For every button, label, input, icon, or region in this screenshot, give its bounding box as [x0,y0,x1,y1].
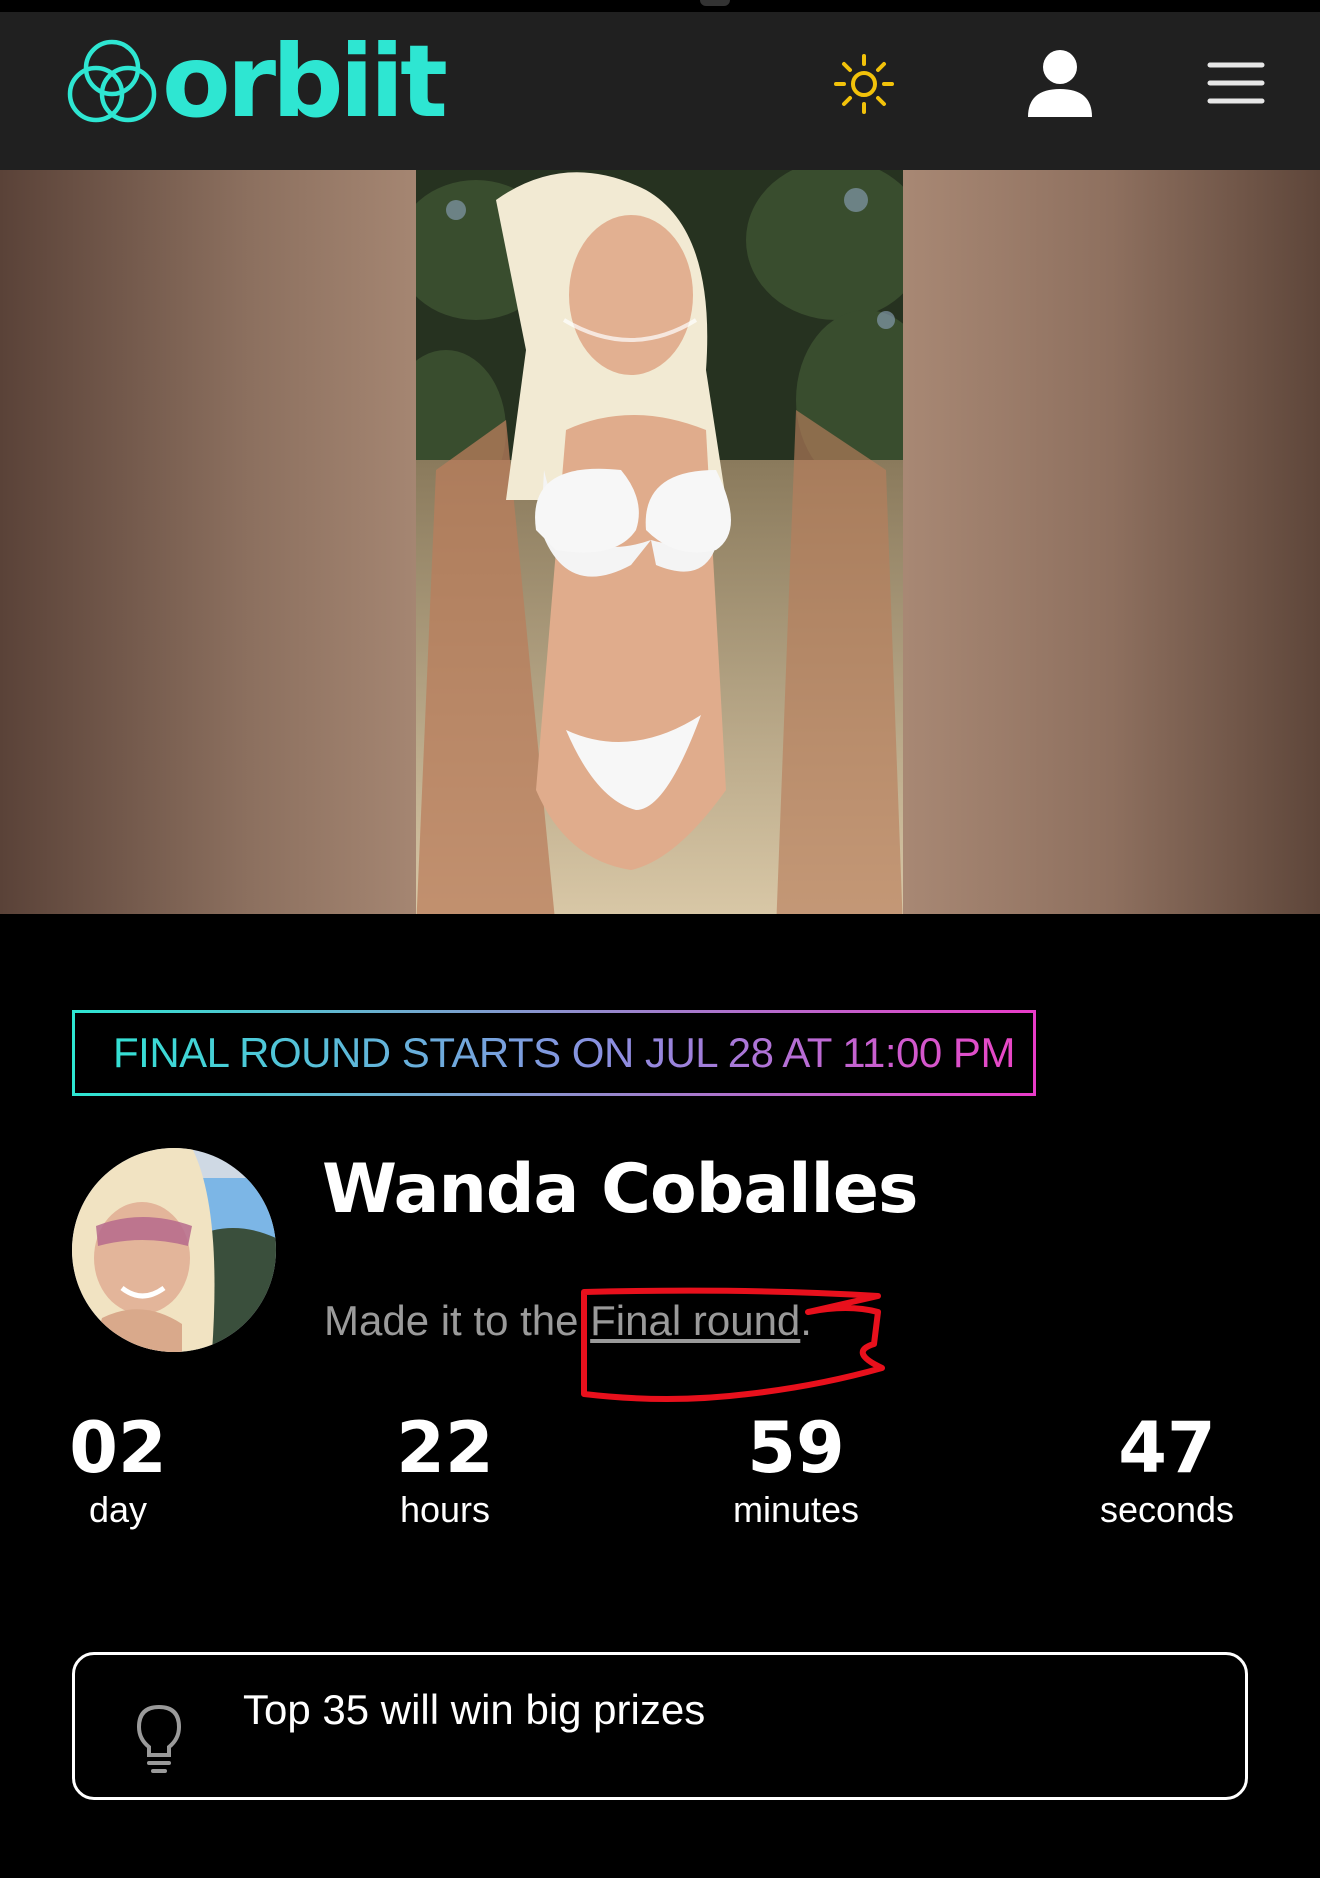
countdown-days: 02 day [60,1408,176,1532]
user-icon [1028,50,1092,117]
account-button[interactable] [1020,38,1100,128]
avatar-image [72,1148,276,1352]
logo-rings-icon [67,39,157,123]
countdown-days-label: day [88,1489,148,1530]
final-round-banner-text: FINAL ROUND STARTS ON JUL 28 AT 11:00 PM [113,1029,1015,1076]
status-prefix: Made it to the [324,1297,591,1344]
countdown-hours-value: 22 [396,1407,494,1489]
countdown-seconds-value: 47 [1118,1407,1216,1489]
orbiit-logo[interactable]: orbiit [62,28,448,140]
status-bar [0,0,1320,12]
countdown-minutes-value: 59 [747,1407,845,1489]
contestant-name: Wanda Coballes [322,1150,919,1229]
countdown-seconds: 47 seconds [1080,1408,1254,1532]
contestant-photo-area [0,170,1320,914]
sun-icon [834,54,894,114]
countdown-seconds-label: seconds [1099,1489,1235,1530]
logo-wordmark: orbiit [162,23,448,140]
contestant-photo[interactable] [416,170,903,914]
countdown-hours: 22 hours [380,1408,510,1532]
prize-tip-card: Top 35 will win big prizes [72,1652,1248,1800]
camera-notch [700,0,730,6]
photo-blur-left [0,170,416,914]
contestant-photo-illustration [416,170,903,914]
menu-button[interactable] [1200,50,1272,116]
final-round-banner: FINAL ROUND STARTS ON JUL 28 AT 11:00 PM [72,1010,1036,1096]
countdown-hours-label: hours [399,1489,491,1530]
red-circle-annotation [581,1287,885,1402]
photo-blur-right [903,170,1320,914]
lightbulb-icon [136,1704,182,1773]
theme-toggle-button[interactable] [828,48,900,120]
countdown-minutes-label: minutes [732,1489,860,1530]
avatar[interactable] [72,1148,276,1352]
prize-tip-text: Top 35 will win big prizes [243,1686,706,1733]
countdown-days-value: 02 [69,1407,167,1489]
countdown-minutes: 59 minutes [710,1408,882,1532]
app-header: orbiit [0,12,1320,170]
hamburger-menu-icon [1207,62,1265,104]
